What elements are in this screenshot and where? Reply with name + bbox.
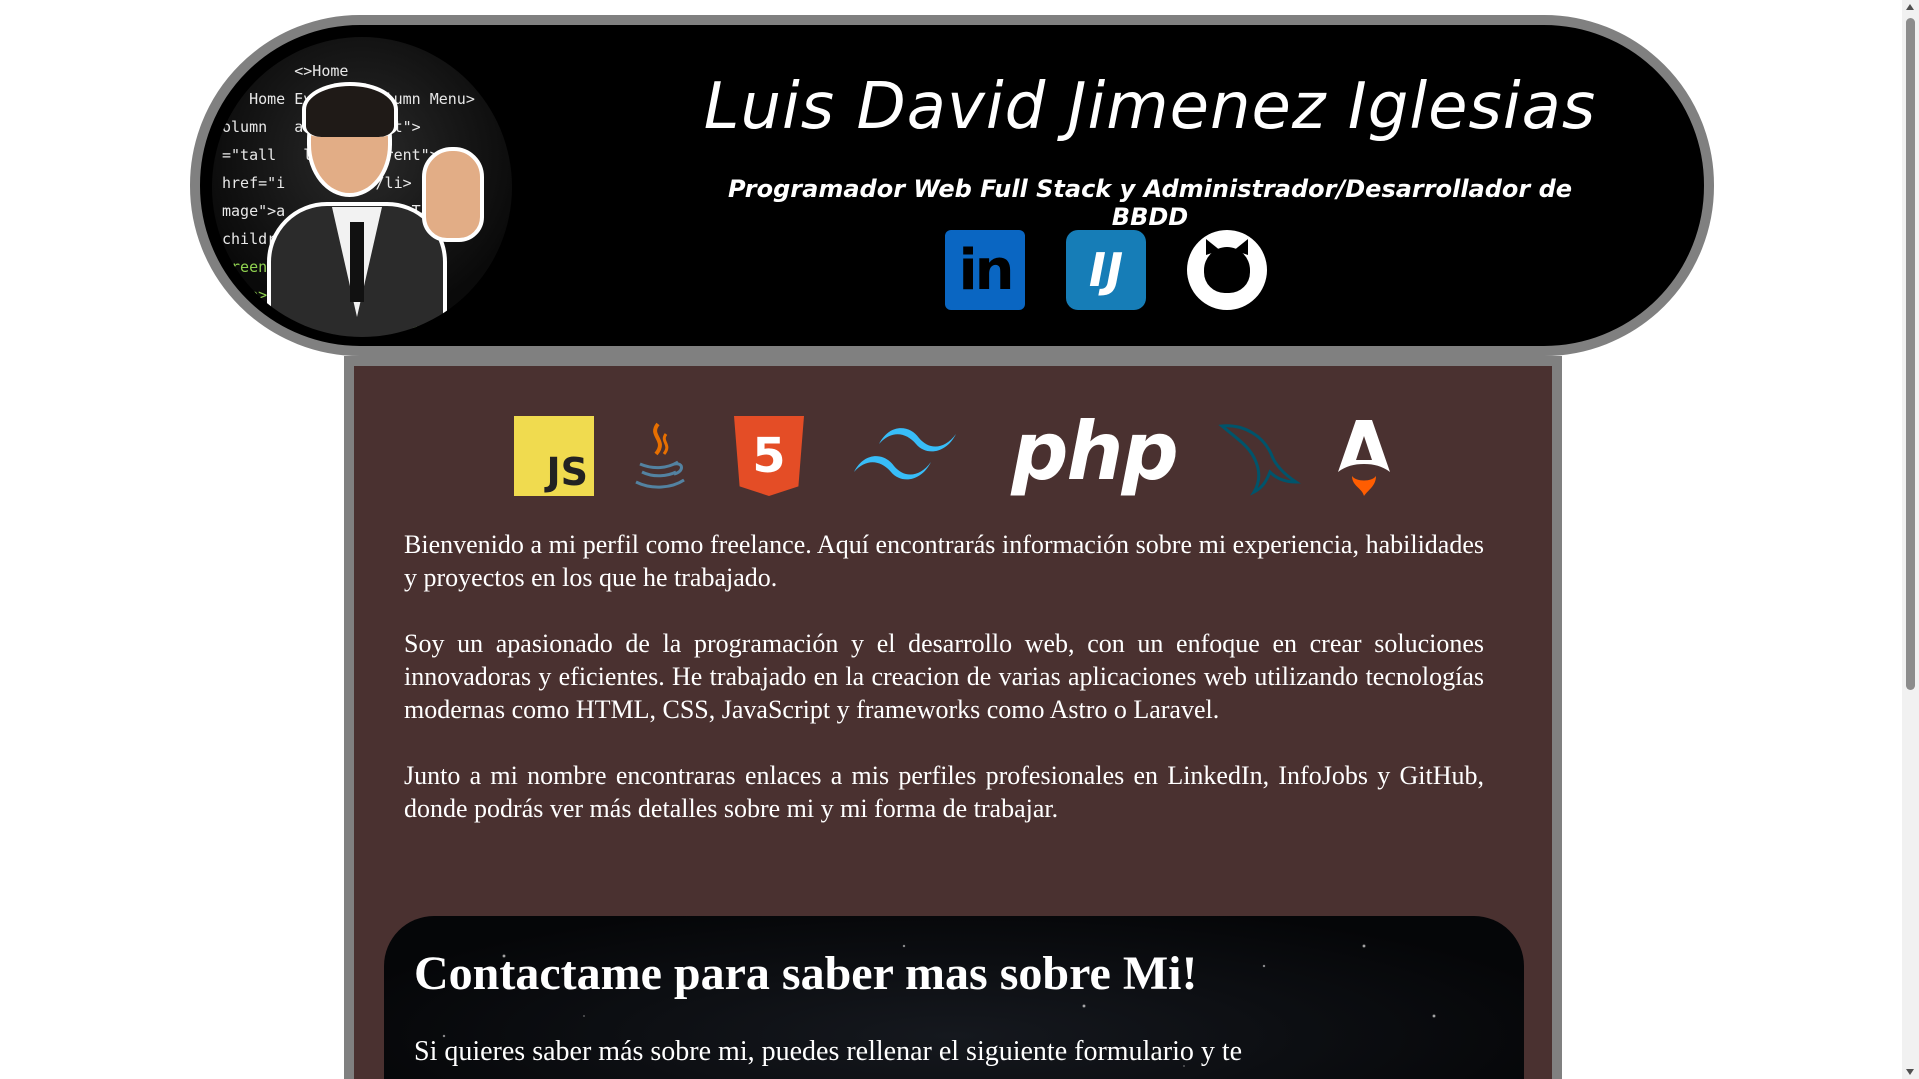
social-links: in IJ: [945, 230, 1267, 310]
contact-description: Si quieres saber más sobre mi, puedes re…: [414, 1036, 1243, 1067]
page-scrollbar[interactable]: [1902, 0, 1919, 1079]
mysql-icon: [1214, 416, 1304, 496]
scroll-thumb[interactable]: [1906, 18, 1915, 690]
contact-section: Contactame para saber mas sobre Mi! Si q…: [384, 916, 1524, 1079]
profile-subtitle: Programador Web Full Stack y Administrad…: [727, 175, 1573, 231]
profile-name: Luis David Jimenez Iglesias: [703, 70, 1597, 144]
github-icon[interactable]: [1187, 230, 1267, 310]
intro-paragraph: Junto a mi nombre encontraras enlaces a …: [404, 761, 1484, 823]
php-icon: php: [1011, 404, 1178, 498]
javascript-icon: JS: [514, 416, 594, 496]
intro-paragraph: Bienvenido a mi perfil como freelance. A…: [404, 530, 1484, 592]
profile-header: <>Home Home Events">Column Menu> olumn a…: [190, 15, 1714, 356]
java-icon: [624, 416, 694, 496]
intro-paragraph: Soy un apasionado de la programación y e…: [404, 629, 1484, 724]
tech-stack: JS 5 php: [354, 405, 1552, 506]
scroll-down-arrow-icon[interactable]: [1906, 1069, 1914, 1075]
infojobs-icon[interactable]: IJ: [1066, 230, 1146, 310]
intro-text: Bienvenido a mi perfil como freelance. A…: [404, 528, 1484, 858]
scroll-up-arrow-icon[interactable]: [1906, 4, 1914, 10]
main-content: JS 5 php Bienvenido a mi perfil como fre…: [344, 356, 1562, 1079]
astro-icon: [1334, 416, 1394, 496]
contact-title: Contactame para saber mas sobre Mi!: [414, 947, 1198, 1000]
developer-avatar: <>Home Home Events">Column Menu> olumn a…: [212, 37, 512, 337]
html5-icon: 5: [734, 416, 804, 496]
linkedin-icon[interactable]: in: [945, 230, 1025, 310]
tailwind-icon: [844, 416, 974, 496]
